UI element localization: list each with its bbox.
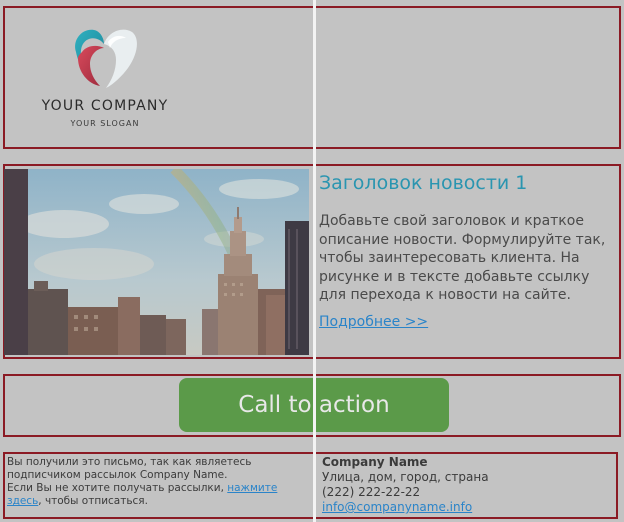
news-title: Заголовок новости 1 — [319, 172, 528, 194]
footer-email-link[interactable]: info@companyname.info — [322, 500, 472, 514]
layout-guide-divider — [313, 0, 316, 522]
footer-company-name: Company Name — [322, 455, 428, 469]
footer-phone: (222) 222-22-22 — [322, 485, 421, 499]
unsubscribe-notice-text: Если Вы не хотите получать рассылки, — [7, 482, 228, 494]
city-skyline-image — [4, 169, 309, 355]
read-more-link[interactable]: Подробнее >> — [319, 314, 428, 330]
company-logo[interactable]: YOUR COMPANY YOUR SLOGAN — [30, 22, 180, 132]
logo-company-name: YOUR COMPANY — [41, 98, 169, 114]
unsubscribe-notice-tail: , чтобы отписаться. — [38, 495, 148, 507]
news-image[interactable] — [4, 169, 309, 355]
subscription-notice-text: Вы получили это письмо, так как являетес… — [7, 456, 252, 481]
footer-subscription-notice: Вы получили это письмо, так как являетес… — [7, 456, 307, 508]
logo-mark-icon — [75, 29, 137, 88]
news-description: Добавьте свой заголовок и краткое описан… — [319, 213, 606, 303]
email-template-canvas: YOUR COMPANY YOUR SLOGAN Заголовок новос… — [0, 0, 624, 522]
footer-address: Улица, дом, город, страна — [322, 470, 489, 484]
footer-contacts: Company Name Улица, дом, город, страна (… — [322, 455, 612, 515]
logo-slogan: YOUR SLOGAN — [70, 119, 140, 128]
